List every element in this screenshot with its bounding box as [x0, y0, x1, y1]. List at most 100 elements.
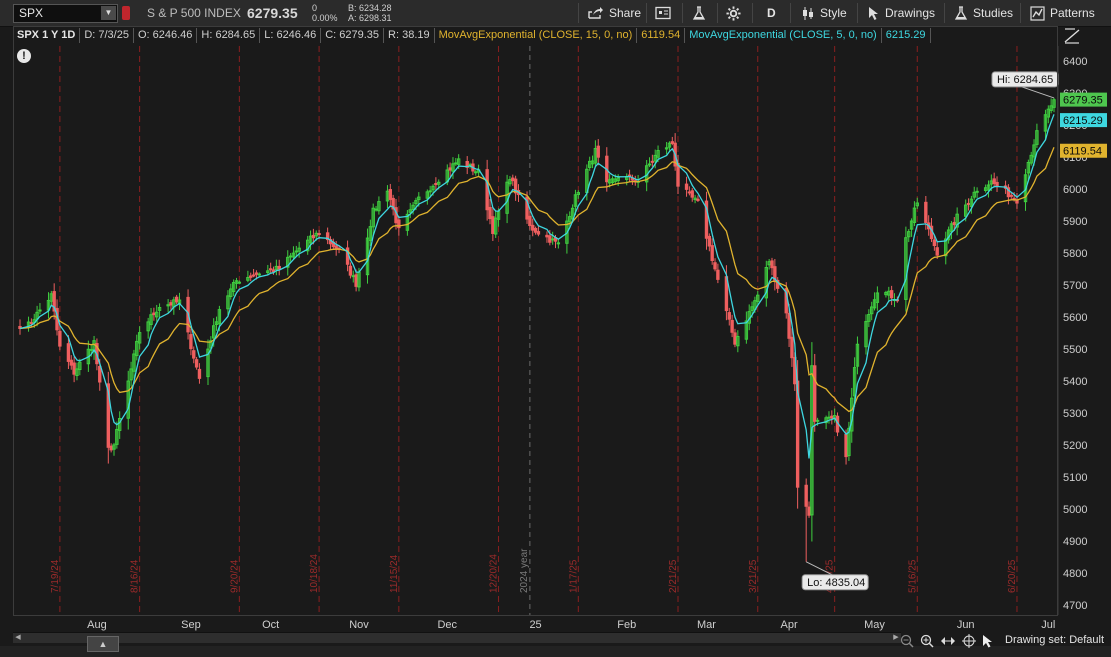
- candle-body: [995, 181, 999, 187]
- candle: [773, 258, 777, 291]
- candle: [536, 225, 541, 237]
- y-tick-label: 5200: [1063, 440, 1087, 452]
- candle-body: [488, 206, 492, 220]
- ema5-line: [19, 114, 1055, 459]
- candle: [955, 207, 959, 236]
- candle: [331, 238, 336, 250]
- candle: [870, 301, 874, 321]
- candle: [966, 198, 971, 211]
- candle-body: [807, 506, 811, 516]
- candle-body: [485, 169, 489, 211]
- drawing-set-label[interactable]: Drawing set: Default: [1005, 634, 1104, 646]
- candle-body: [684, 183, 689, 190]
- candle: [197, 363, 202, 384]
- candle: [884, 290, 888, 298]
- candle: [268, 262, 273, 273]
- candle: [696, 195, 700, 202]
- candle: [889, 285, 894, 306]
- scroll-left-icon[interactable]: ◀: [13, 633, 23, 643]
- candle: [827, 411, 831, 424]
- candle-body: [548, 235, 552, 243]
- candle: [915, 197, 919, 209]
- candle: [710, 238, 714, 265]
- x-month-label: Nov: [349, 619, 369, 631]
- ema15-line: [19, 147, 1055, 413]
- candle: [630, 174, 635, 185]
- zoom-in-icon[interactable]: [920, 634, 934, 648]
- horizontal-scrollbar[interactable]: ◀ ▶: [13, 632, 901, 643]
- candle: [664, 142, 669, 155]
- candle-body: [348, 265, 353, 276]
- candle: [448, 162, 452, 178]
- candle-body: [528, 215, 532, 226]
- price-tag-text: 6215.29: [1063, 115, 1103, 127]
- candle: [126, 370, 130, 430]
- pointer-icon[interactable]: [982, 634, 994, 648]
- candle: [513, 175, 518, 201]
- candle: [109, 443, 113, 453]
- candle: [288, 253, 293, 262]
- candle: [328, 236, 333, 250]
- candle: [1006, 184, 1011, 205]
- candle: [192, 346, 196, 364]
- crosshair-icon[interactable]: [962, 634, 976, 648]
- candle: [1029, 151, 1033, 166]
- candle: [152, 307, 156, 321]
- candle: [770, 257, 774, 276]
- candle-body: [713, 262, 717, 270]
- candle: [177, 292, 182, 311]
- expiration-label: 2/21/25: [668, 559, 679, 593]
- candle-body: [707, 235, 712, 247]
- candle-body: [257, 273, 261, 276]
- candle: [776, 277, 780, 294]
- candle-body: [69, 359, 73, 366]
- candle-body: [827, 416, 831, 419]
- price-chart[interactable]: 7/19/24 8/16/24 9/20/24 10/18/24 11/15/24 12/…: [0, 0, 1111, 657]
- candle-body: [533, 227, 538, 233]
- candle: [226, 290, 230, 316]
- candle-body: [334, 245, 338, 250]
- candle: [92, 335, 96, 360]
- candle-body: [889, 290, 894, 299]
- zoom-controls: [900, 632, 994, 650]
- expiration-label: 7/19/24: [50, 559, 61, 593]
- candle-body: [98, 365, 102, 383]
- x-month-label: Oct: [262, 619, 279, 631]
- candle: [687, 186, 692, 196]
- candle: [374, 205, 378, 212]
- callout-leader: [1021, 86, 1055, 99]
- candle: [1015, 192, 1019, 209]
- high-callout: Hi: 6284.65: [991, 71, 1059, 99]
- candle: [545, 231, 549, 243]
- candle: [286, 250, 290, 276]
- candle: [214, 316, 219, 331]
- candle-body: [596, 145, 600, 158]
- candle: [633, 175, 637, 186]
- candle: [425, 189, 430, 205]
- candle: [690, 188, 694, 202]
- candle: [887, 286, 891, 301]
- candle: [912, 201, 917, 227]
- candle-body: [38, 309, 42, 312]
- candle-body: [727, 312, 731, 320]
- candle-body: [277, 265, 281, 270]
- candle: [166, 299, 170, 313]
- candle: [348, 262, 353, 279]
- candle: [867, 309, 871, 328]
- candle-body: [491, 216, 495, 234]
- panel-toggle-button[interactable]: ▲: [87, 636, 119, 652]
- candle-body: [109, 445, 113, 451]
- candle: [533, 226, 538, 235]
- callout-text: Hi: 6284.65: [997, 74, 1053, 86]
- candle: [756, 291, 760, 305]
- candle-body: [351, 275, 355, 278]
- candle: [485, 159, 489, 221]
- candle-body: [428, 190, 432, 193]
- pan-horizontal-icon[interactable]: [940, 634, 956, 648]
- candle: [75, 362, 79, 381]
- candle: [249, 272, 253, 282]
- candle: [371, 203, 375, 236]
- candle-body: [813, 365, 817, 422]
- candle: [112, 442, 116, 456]
- zoom-out-icon[interactable]: [900, 634, 914, 648]
